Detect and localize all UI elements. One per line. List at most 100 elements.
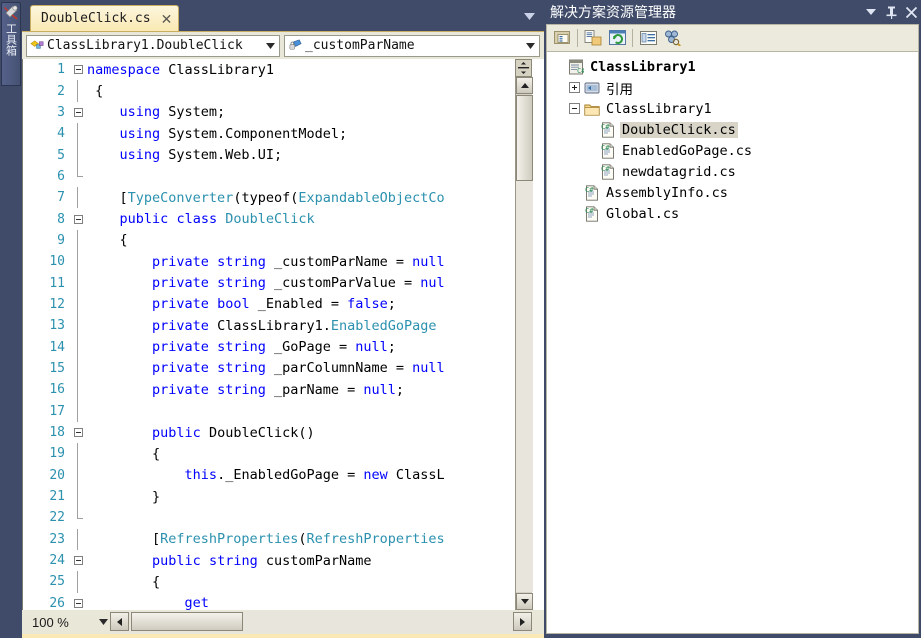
editor-status-bar: 100 % (22, 610, 544, 634)
code-line[interactable]: 6 (23, 166, 513, 187)
close-button[interactable] (901, 2, 921, 22)
document-tab-doubleclick-cs[interactable]: DoubleClick.cs ✕ (30, 5, 179, 31)
scroll-down-button[interactable] (516, 593, 533, 610)
vertical-scroll-thumb[interactable] (516, 95, 533, 181)
view-designer-button[interactable] (660, 26, 684, 50)
code-line[interactable]: 14 private string _GoPage = null; (23, 336, 513, 357)
expand-icon[interactable] (569, 82, 580, 93)
zoom-level-dropdown[interactable]: 100 % (26, 611, 110, 633)
chevron-down-icon[interactable] (263, 36, 277, 56)
code-line[interactable]: 15 private string _parColumnName = null (23, 358, 513, 379)
code-line[interactable]: 11 private string _customParValue = nul (23, 272, 513, 293)
fold-collapse-icon[interactable] (74, 428, 83, 437)
close-icon[interactable]: ✕ (161, 12, 173, 26)
fold-margin-cell[interactable] (69, 465, 87, 486)
pin-button[interactable] (881, 2, 901, 22)
view-code-button[interactable] (636, 26, 660, 50)
fold-margin-cell[interactable] (69, 102, 87, 123)
collapse-icon[interactable] (569, 103, 580, 114)
window-dropdown-button[interactable] (861, 2, 881, 22)
code-line[interactable]: 20 this._EnabledGoPage = new ClassL (23, 465, 513, 486)
tree-item-newdatagrid-cs[interactable]: C#newdatagrid.cs (547, 161, 918, 182)
fold-margin-cell[interactable] (69, 379, 87, 400)
code-line[interactable]: 2 { (23, 80, 513, 101)
tree-item-[interactable]: 引用 (547, 77, 918, 98)
code-line[interactable]: 23 [RefreshProperties(RefreshProperties (23, 529, 513, 550)
fold-margin-cell[interactable] (69, 59, 87, 80)
code-line[interactable]: 21 } (23, 486, 513, 507)
tree-item-classlibrary1[interactable]: C#ClassLibrary1 (547, 56, 918, 77)
fold-collapse-icon[interactable] (74, 65, 83, 74)
scroll-left-button[interactable] (110, 612, 129, 631)
code-line[interactable]: 25 { (23, 571, 513, 592)
fold-margin-cell[interactable] (69, 80, 87, 101)
tree-item-global-cs[interactable]: C#Global.cs (547, 203, 918, 224)
fold-margin-cell[interactable] (69, 507, 87, 528)
fold-margin-cell[interactable] (69, 422, 87, 443)
code-line[interactable]: 17 (23, 401, 513, 422)
fold-margin-cell[interactable] (69, 166, 87, 187)
refresh-button[interactable] (605, 26, 629, 50)
fold-collapse-icon[interactable] (74, 556, 83, 565)
vertical-scrollbar[interactable] (515, 77, 532, 610)
fold-margin-cell[interactable] (69, 251, 87, 272)
fold-margin-cell[interactable] (69, 593, 87, 610)
tree-item-assemblyinfo-cs[interactable]: C#AssemblyInfo.cs (547, 182, 918, 203)
properties-button[interactable] (550, 26, 574, 50)
code-line[interactable]: 12 private bool _Enabled = false; (23, 294, 513, 315)
tree-item-enabledgopage-cs[interactable]: C#EnabledGoPage.cs (547, 140, 918, 161)
fold-margin-cell[interactable] (69, 208, 87, 229)
fold-margin-cell[interactable] (69, 550, 87, 571)
fold-margin-cell[interactable] (69, 230, 87, 251)
code-line[interactable]: 4 using System.ComponentModel; (23, 123, 513, 144)
code-line[interactable]: 5 using System.Web.UI; (23, 144, 513, 165)
code-line[interactable]: 9 { (23, 230, 513, 251)
fold-collapse-icon[interactable] (74, 599, 83, 608)
toolbox-tab[interactable]: 工具箱 (1, 2, 21, 86)
code-line[interactable]: 19 { (23, 443, 513, 464)
fold-margin-cell[interactable] (69, 315, 87, 336)
solution-tree[interactable]: C#ClassLibrary1引用ClassLibrary1C#DoubleCl… (546, 52, 919, 634)
horizontal-scroll-thumb[interactable] (131, 612, 243, 631)
code-line[interactable]: 13 private ClassLibrary1.EnabledGoPage (23, 315, 513, 336)
fold-margin-cell[interactable] (69, 294, 87, 315)
code-line[interactable]: 8 public class DoubleClick (23, 208, 513, 229)
code-line[interactable]: 16 private string _parName = null; (23, 379, 513, 400)
tree-item-doubleclick-cs[interactable]: C#DoubleClick.cs (547, 119, 918, 140)
code-line[interactable]: 3 using System; (23, 102, 513, 123)
code-text-area[interactable]: 1namespace ClassLibrary12 {3 using Syste… (23, 59, 513, 610)
fold-margin-cell[interactable] (69, 401, 87, 422)
scroll-up-button[interactable] (516, 77, 533, 94)
fold-collapse-icon[interactable] (74, 215, 83, 224)
code-line[interactable]: 22 (23, 507, 513, 528)
code-line[interactable]: 18 public DoubleClick() (23, 422, 513, 443)
horizontal-scrollbar[interactable] (110, 611, 532, 633)
member-dropdown[interactable]: _customParName (284, 35, 540, 57)
code-line[interactable]: 1namespace ClassLibrary1 (23, 59, 513, 80)
type-dropdown[interactable]: ClassLibrary1.DoubleClick (26, 35, 280, 57)
fold-margin-cell[interactable] (69, 486, 87, 507)
code-line[interactable]: 7 [TypeConverter(typeof(ExpandableObject… (23, 187, 513, 208)
code-editor[interactable]: 1namespace ClassLibrary12 {3 using Syste… (22, 59, 544, 610)
fold-margin-cell[interactable] (69, 187, 87, 208)
show-all-files-button[interactable] (581, 26, 605, 50)
chevron-down-icon[interactable] (522, 10, 536, 22)
fold-margin-cell[interactable] (69, 529, 87, 550)
tree-item-classlibrary1[interactable]: ClassLibrary1 (547, 98, 918, 119)
chevron-down-icon[interactable] (96, 619, 110, 625)
fold-margin-cell[interactable] (69, 443, 87, 464)
fold-collapse-icon[interactable] (74, 108, 83, 117)
vertical-scroll-track[interactable] (516, 95, 533, 592)
fold-margin-cell[interactable] (69, 358, 87, 379)
code-line[interactable]: 10 private string _customParName = null (23, 251, 513, 272)
fold-margin-cell[interactable] (69, 144, 87, 165)
split-view-icon[interactable] (515, 59, 532, 77)
fold-margin-cell[interactable] (69, 571, 87, 592)
chevron-down-icon[interactable] (523, 36, 537, 56)
fold-margin-cell[interactable] (69, 336, 87, 357)
fold-margin-cell[interactable] (69, 272, 87, 293)
code-line[interactable]: 24 public string customParName (23, 550, 513, 571)
code-line[interactable]: 26 get (23, 593, 513, 610)
fold-margin-cell[interactable] (69, 123, 87, 144)
scroll-right-button[interactable] (513, 612, 532, 631)
